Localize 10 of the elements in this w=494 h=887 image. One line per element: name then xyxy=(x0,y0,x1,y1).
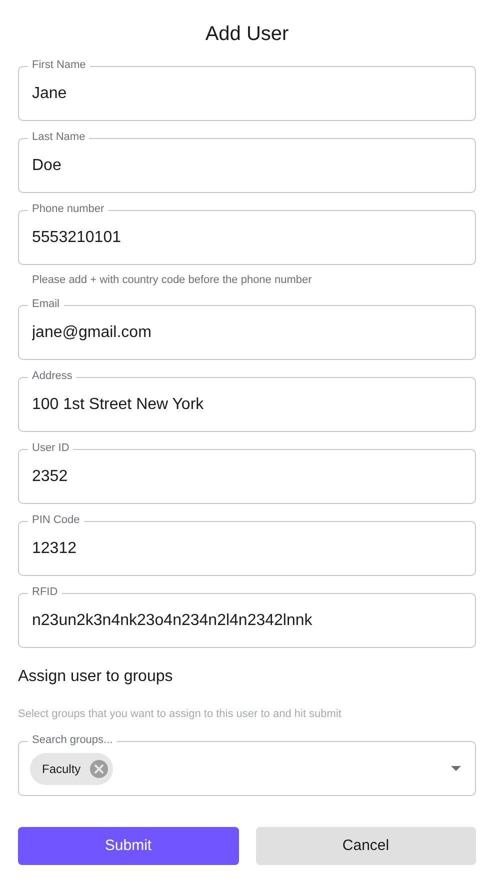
section-heading: Assign user to groups xyxy=(18,667,174,687)
section-description: Select groups that you want to assign to this user to and hit submit xyxy=(18,707,342,722)
cancel-button[interactable]: Cancel xyxy=(256,827,476,865)
page-title: Add User xyxy=(204,22,290,47)
submit-button[interactable]: Submit xyxy=(18,827,238,865)
chip-label: Faculty xyxy=(42,760,81,778)
dropdown-caret-icon[interactable] xyxy=(451,766,461,771)
group-chip[interactable]: Faculty xyxy=(30,752,113,784)
field-label: Search groups... xyxy=(28,733,117,747)
helper-text: Please add + with country code before the phone number xyxy=(31,273,313,288)
